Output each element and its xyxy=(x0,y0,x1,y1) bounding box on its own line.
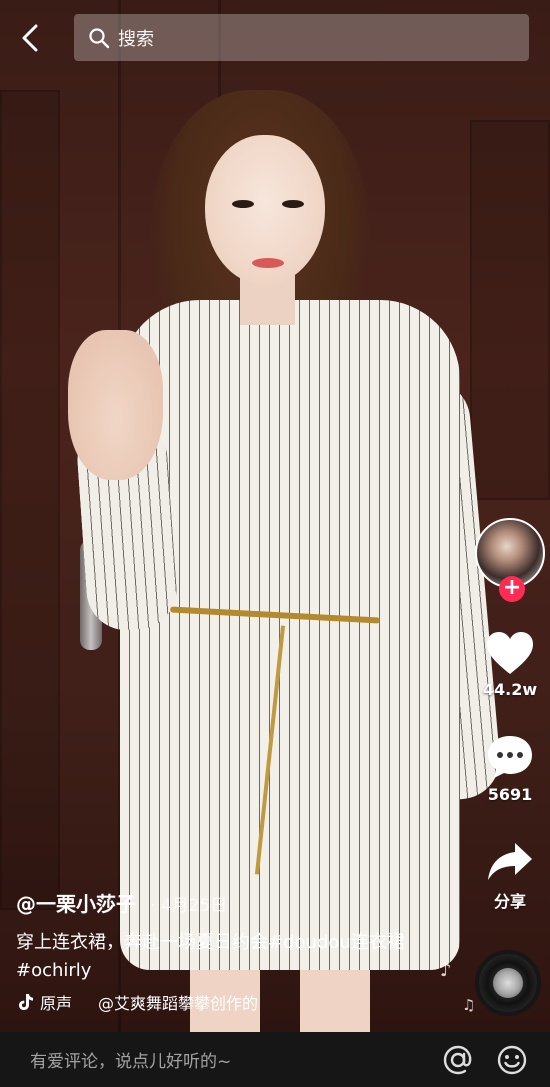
back-icon xyxy=(22,24,38,52)
comment-bar[interactable]: 有爱评论，说点儿好听的~ xyxy=(0,1032,550,1087)
comment-icon xyxy=(488,736,532,778)
tiktok-note-icon xyxy=(19,994,33,1010)
hand-v-sign xyxy=(68,330,163,480)
like-count: 44.2w xyxy=(482,680,538,699)
comment-count: 5691 xyxy=(487,785,533,804)
eye xyxy=(232,200,254,208)
heart-icon xyxy=(487,632,533,674)
like-button[interactable]: 44.2w xyxy=(470,630,550,699)
emoji-icon[interactable] xyxy=(496,1044,528,1076)
eye xyxy=(282,200,304,208)
music-note-icon: ♪ xyxy=(440,960,452,981)
search-icon xyxy=(89,27,110,48)
music-disc-cover xyxy=(493,968,523,998)
back-button[interactable] xyxy=(14,20,50,56)
video-info: @一栗小莎子 · 4月25日 穿上连衣裙，奔赴一场夏日约会#doudou连衣裙 … xyxy=(16,888,426,985)
music-disc[interactable] xyxy=(475,950,541,1016)
search-input[interactable]: 搜索 xyxy=(74,14,529,61)
shirt-dress xyxy=(120,300,460,970)
creator-handle[interactable]: @一栗小莎子 xyxy=(16,888,136,917)
comment-input[interactable]: 有爱评论，说点儿好听的~ xyxy=(30,1047,442,1072)
share-icon xyxy=(488,843,532,880)
door-panel xyxy=(0,90,60,910)
share-label: 分享 xyxy=(493,892,526,911)
search-placeholder: 搜索 xyxy=(118,28,154,50)
top-bar: 搜索 xyxy=(0,0,550,80)
door-panel xyxy=(470,120,550,500)
creator-avatar[interactable]: + xyxy=(475,518,545,602)
follow-button[interactable]: + xyxy=(499,576,525,602)
post-date-text: 4月25日 xyxy=(160,896,228,916)
music-original: 原声 xyxy=(40,994,73,1013)
music-info[interactable]: 原声 @艾爽舞蹈攀攀创作的 xyxy=(16,990,306,1014)
at-icon[interactable] xyxy=(442,1044,474,1076)
comment-button[interactable]: 5691 xyxy=(470,733,550,804)
post-date: · 4月25日 xyxy=(150,896,228,916)
video-player[interactable] xyxy=(0,0,550,1032)
music-note-icon: ♫ xyxy=(462,996,476,1014)
lips xyxy=(252,258,284,268)
caption: 穿上连衣裙，奔赴一场夏日约会#doudou连衣裙 #ochirly xyxy=(16,932,405,981)
author-line: @一栗小莎子 · 4月25日 xyxy=(16,888,426,917)
share-button[interactable]: 分享 xyxy=(470,840,550,912)
music-credit: @艾爽舞蹈攀攀创作的 xyxy=(98,994,259,1013)
